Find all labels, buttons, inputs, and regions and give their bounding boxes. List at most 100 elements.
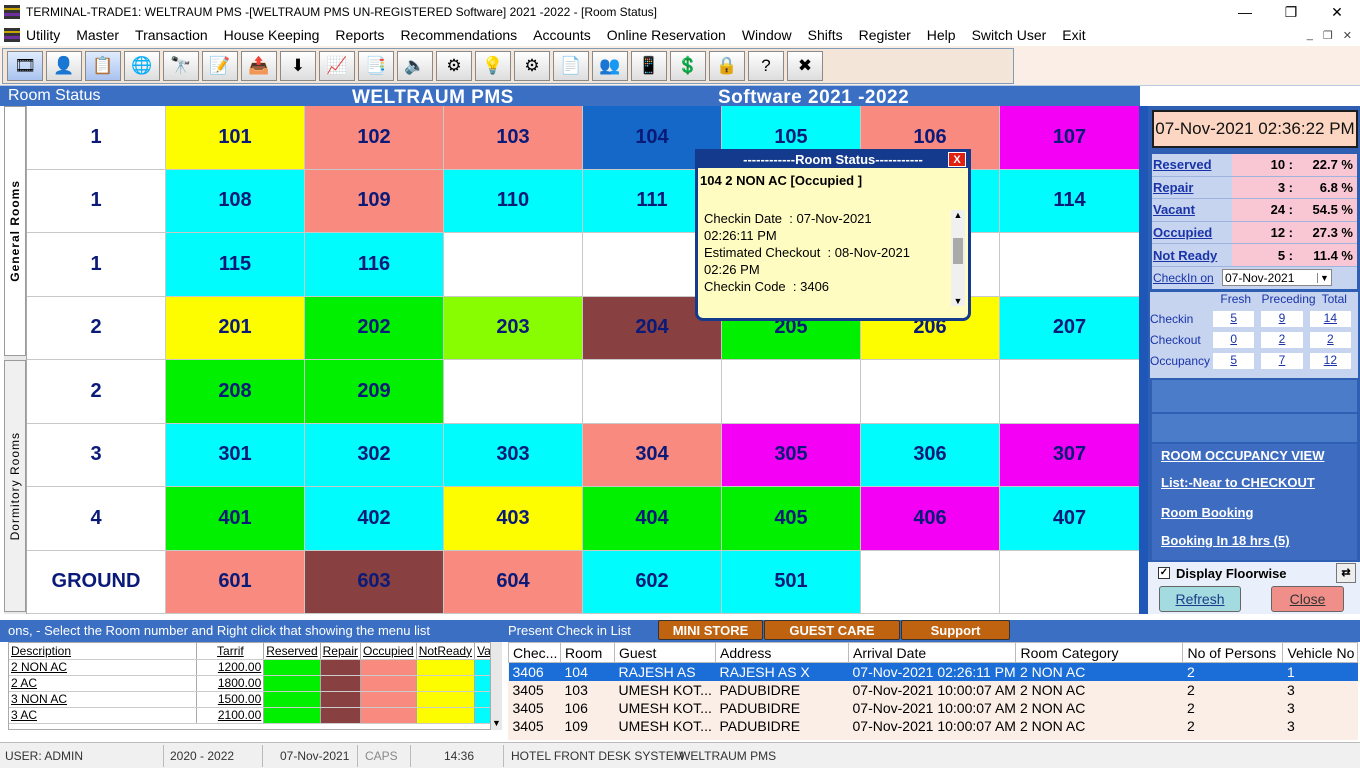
menu-help[interactable]: Help (927, 27, 956, 43)
flow-value[interactable]: 12 (1309, 352, 1352, 369)
menu-shifts[interactable]: Shifts (808, 27, 843, 43)
close-button[interactable]: Close (1271, 586, 1344, 612)
checkin-row[interactable]: 3405 109 UMESH KOT... PADUBIDRE 07-Nov-2021 … (509, 717, 1358, 735)
toolbar-button-5-icon[interactable]: 🔭 (163, 51, 199, 81)
toolbar-button-14-icon[interactable]: ⚙ (514, 51, 550, 81)
room-cell-207[interactable]: 207 (1000, 296, 1140, 360)
link-room-occupancy-view[interactable]: ROOM OCCUPANCY VIEW (1161, 448, 1324, 463)
stat-label[interactable]: Reserved (1152, 157, 1232, 172)
flow-value[interactable]: 5 (1212, 310, 1255, 327)
room-cell-405[interactable]: 405 (722, 487, 861, 551)
room-cell-301[interactable]: 301 (166, 423, 305, 487)
toolbar-button-3-icon[interactable]: 📋 (85, 51, 121, 81)
room-cell-202[interactable]: 202 (305, 296, 444, 360)
room-cell-407[interactable]: 407 (1000, 487, 1140, 551)
tariff-row[interactable]: 2 NON AC 1200.00 (9, 659, 501, 676)
display-floorwise-checkbox[interactable]: ✓ (1158, 567, 1170, 579)
scroll-up-icon[interactable]: ▲ (951, 210, 965, 220)
room-cell-307[interactable]: 307 (1000, 423, 1140, 487)
checkin-row[interactable]: 3406 104 RAJESH AS RAJESH AS X 07-Nov-2021 0… (508, 662, 1358, 681)
tariff-scrollbar[interactable]: ▼ (490, 642, 502, 730)
room-cell-402[interactable]: 402 (305, 487, 444, 551)
toolbar-button-17-icon[interactable]: 📱 (631, 51, 667, 81)
room-cell-601[interactable]: 601 (166, 550, 305, 614)
flow-value[interactable]: 2 (1261, 331, 1303, 348)
tariff-row[interactable]: 2 AC 1800.00 (9, 675, 501, 692)
stat-label[interactable]: Occupied (1152, 225, 1232, 240)
menu-master[interactable]: Master (76, 27, 119, 43)
close-window-button[interactable]: ✕ (1314, 4, 1360, 21)
menu-reports[interactable]: Reports (335, 27, 384, 43)
flow-value[interactable]: 9 (1261, 310, 1303, 327)
toolbar-button-20-icon[interactable]: ? (748, 51, 784, 81)
link-room-booking[interactable]: Room Booking (1161, 505, 1253, 520)
flow-value[interactable]: 14 (1309, 310, 1352, 327)
mdi-minimize-icon[interactable]: _ (1307, 29, 1313, 42)
toolbar-button-1-icon[interactable]: 🎞 (7, 51, 43, 81)
grid-scrollbar[interactable] (1139, 106, 1148, 614)
room-cell-114[interactable]: 114 (1000, 169, 1140, 233)
menu-recommendations[interactable]: Recommendations (400, 27, 517, 43)
stat-label[interactable]: Not Ready (1152, 248, 1232, 263)
room-cell-304[interactable]: 304 (583, 423, 722, 487)
menu-online-reservation[interactable]: Online Reservation (607, 27, 726, 43)
toolbar-button-4-icon[interactable]: 🌐 (124, 51, 160, 81)
popup-close-button[interactable]: X (948, 152, 966, 167)
menu-exit[interactable]: Exit (1062, 27, 1085, 43)
tab-mini-store[interactable]: MINI STORE (658, 620, 763, 640)
room-cell-110[interactable]: 110 (444, 169, 583, 233)
scroll-down-icon[interactable]: ▼ (491, 718, 502, 728)
toolbar-button-8-icon[interactable]: ⬇ (280, 51, 316, 81)
toolbar-button-21-icon[interactable]: ✖ (787, 51, 823, 81)
tab-support[interactable]: Support (901, 620, 1010, 640)
scroll-down-icon[interactable]: ▼ (951, 296, 965, 306)
toolbar-button-18-icon[interactable]: 💲 (670, 51, 706, 81)
export-icon[interactable]: ⇄ (1336, 563, 1356, 583)
toolbar-button-13-icon[interactable]: 💡 (475, 51, 511, 81)
room-cell-208[interactable]: 208 (166, 360, 305, 424)
room-cell-101[interactable]: 101 (166, 106, 305, 170)
checkin-row[interactable]: 3405 103 UMESH KOT... PADUBIDRE 07-Nov-2021 … (509, 681, 1358, 699)
tab-guest-care[interactable]: GUEST CARE (764, 620, 900, 640)
room-cell-403[interactable]: 403 (444, 487, 583, 551)
mdi-restore-icon[interactable]: ❐ (1323, 29, 1333, 42)
menu-accounts[interactable]: Accounts (533, 27, 591, 43)
checkin-on-label[interactable]: CheckIn on (1152, 271, 1222, 285)
room-cell-501[interactable]: 501 (722, 550, 861, 614)
stat-label[interactable]: Vacant (1152, 202, 1232, 217)
room-cell-109[interactable]: 109 (305, 169, 444, 233)
link-near-checkout[interactable]: List:-Near to CHECKOUT (1161, 475, 1315, 490)
tariff-row[interactable]: 3 NON AC 1500.00 (9, 691, 501, 708)
room-cell-209[interactable]: 209 (305, 360, 444, 424)
tab-dormitory-rooms[interactable]: Dormitory Rooms (4, 360, 26, 612)
menu-utility[interactable]: Utility (26, 27, 60, 43)
room-cell-203[interactable]: 203 (444, 296, 583, 360)
room-cell-102[interactable]: 102 (305, 106, 444, 170)
menu-window[interactable]: Window (742, 27, 792, 43)
toolbar-button-9-icon[interactable]: 📈 (319, 51, 355, 81)
room-cell-303[interactable]: 303 (444, 423, 583, 487)
minimize-button[interactable]: — (1222, 4, 1268, 20)
flow-value[interactable]: 5 (1212, 352, 1255, 369)
room-cell-306[interactable]: 306 (861, 423, 1000, 487)
toolbar-button-19-icon[interactable]: 🔒 (709, 51, 745, 81)
room-cell-115[interactable]: 115 (166, 233, 305, 297)
tab-general-rooms[interactable]: General Rooms (4, 106, 26, 356)
room-cell-406[interactable]: 406 (861, 487, 1000, 551)
room-cell-603[interactable]: 603 (305, 550, 444, 614)
popup-scrollbar[interactable]: ▲ ▼ (951, 210, 965, 306)
link-booking-18hrs[interactable]: Booking In 18 hrs (5) (1161, 533, 1290, 548)
refresh-button[interactable]: Refresh (1159, 586, 1241, 612)
menu-switch-user[interactable]: Switch User (972, 27, 1047, 43)
menu-register[interactable]: Register (859, 27, 911, 43)
toolbar-button-7-icon[interactable]: 📤 (241, 51, 277, 81)
room-cell-107[interactable]: 107 (1000, 106, 1140, 170)
room-cell-103[interactable]: 103 (444, 106, 583, 170)
flow-value[interactable]: 2 (1309, 331, 1352, 348)
toolbar-button-2-icon[interactable]: 👤 (46, 51, 82, 81)
menu-transaction[interactable]: Transaction (135, 27, 208, 43)
room-cell-305[interactable]: 305 (722, 423, 861, 487)
flow-value[interactable]: 7 (1261, 352, 1303, 369)
checkin-row[interactable]: 3405 106 UMESH KOT... PADUBIDRE 07-Nov-2021 … (509, 699, 1358, 717)
toolbar-button-12-icon[interactable]: ⚙ (436, 51, 472, 81)
